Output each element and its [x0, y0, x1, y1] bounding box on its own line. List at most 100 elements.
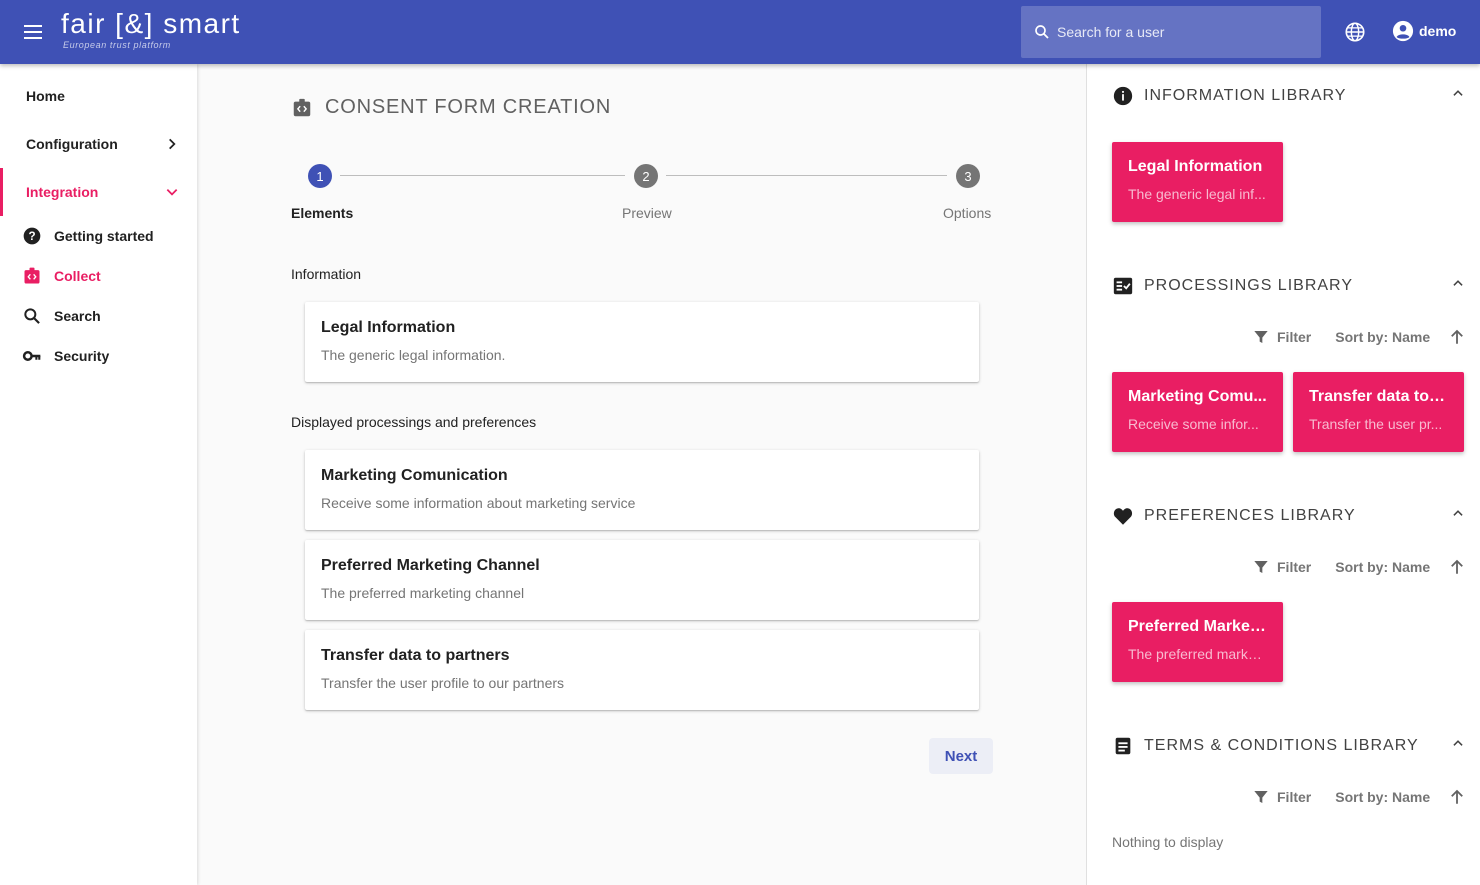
collect-icon: [24, 267, 40, 284]
stepper-connector: [666, 175, 947, 176]
processings-library-header[interactable]: PROCESSINGS LIBRARY: [1112, 275, 1353, 297]
sidebar-subitem-label: Security: [54, 348, 110, 364]
logo-text: fair [&] smart: [61, 8, 241, 39]
step-3-label[interactable]: Options: [943, 205, 991, 221]
sidebar-item-home[interactable]: Home: [0, 72, 197, 120]
terms-toolbar: Filter Sort by: Name: [1253, 788, 1466, 806]
card-description: Receive some information about marketing…: [321, 495, 636, 511]
sidebar-subitem-collect[interactable]: Collect: [0, 256, 197, 296]
chevron-down-icon: [166, 189, 178, 196]
card-title: Transfer data to partners: [321, 647, 510, 664]
library-title: INFORMATION LIBRARY: [1144, 87, 1347, 104]
empty-state-text: Nothing to display: [1112, 834, 1224, 850]
menu-icon[interactable]: [22, 21, 46, 43]
chevron-right-icon: [169, 138, 176, 150]
search-icon: [1035, 25, 1049, 39]
step-2-indicator[interactable]: 2: [634, 164, 658, 188]
sidebar-item-integration[interactable]: Integration: [0, 168, 197, 216]
card-title: Preferred Marketing Channel: [321, 557, 540, 574]
sidebar-subitem-search[interactable]: Search: [0, 296, 197, 336]
section-information-label: Information: [291, 266, 362, 282]
search-input[interactable]: [1057, 24, 1307, 40]
arrow-up-icon[interactable]: [1448, 328, 1466, 346]
chevron-up-icon[interactable]: [1451, 736, 1465, 750]
element-card-preferred-marketing-channel[interactable]: Preferred Marketing Channel The preferre…: [305, 540, 979, 620]
library-card-title: Legal Information: [1128, 158, 1263, 175]
section-processings-label: Displayed processings and preferences: [291, 414, 537, 430]
heart-icon: [1113, 508, 1133, 525]
card-title: Marketing Comunication: [321, 467, 508, 484]
next-button[interactable]: Next: [929, 738, 993, 774]
filter-button[interactable]: Filter: [1253, 789, 1311, 805]
filter-icon: [1254, 791, 1268, 803]
card-description: The generic legal information.: [321, 347, 506, 363]
library-card-transfer-data[interactable]: Transfer data to p... Transfer the user …: [1293, 372, 1464, 452]
sidebar-subitem-label: Getting started: [54, 228, 154, 244]
logo-tagline: European trust platform: [63, 40, 171, 50]
library-card-title: Marketing Comu...: [1128, 388, 1267, 405]
sidebar-item-label: Integration: [26, 184, 99, 200]
library-card-preferred-marketing[interactable]: Preferred Marketi... The preferred marke…: [1112, 602, 1283, 682]
arrow-up-icon[interactable]: [1448, 558, 1466, 576]
processings-toolbar: Filter Sort by: Name: [1253, 328, 1466, 346]
card-description: Transfer the user profile to our partner…: [321, 675, 565, 691]
filter-label: Filter: [1277, 789, 1312, 805]
svg-text:?: ?: [28, 230, 35, 243]
sidebar-item-configuration[interactable]: Configuration: [0, 120, 197, 168]
library-card-legal-information[interactable]: Legal Information The generic legal inf.…: [1112, 142, 1283, 222]
document-icon: [1115, 737, 1131, 755]
filter-icon: [1254, 331, 1268, 343]
main-content: CONSENT FORM CREATION 1 2 3 Elements Pre…: [197, 64, 1086, 885]
sort-button[interactable]: Sort by: Name: [1335, 789, 1430, 805]
element-card-transfer-data[interactable]: Transfer data to partners Transfer the u…: [305, 630, 979, 710]
language-globe-icon[interactable]: [1344, 21, 1366, 43]
collect-icon: [293, 98, 311, 116]
chevron-up-icon[interactable]: [1451, 86, 1465, 100]
preferences-library-header[interactable]: PREFERENCES LIBRARY: [1112, 505, 1356, 527]
chevron-up-icon[interactable]: [1451, 276, 1465, 290]
sidebar: Home Configuration Integration ? Getting…: [0, 64, 197, 885]
step-1-label[interactable]: Elements: [291, 205, 353, 221]
card-description: The preferred marketing channel: [321, 585, 525, 601]
library-title: PROCESSINGS LIBRARY: [1144, 277, 1353, 294]
information-library-header[interactable]: INFORMATION LIBRARY: [1112, 85, 1346, 107]
filter-icon: [1254, 561, 1268, 573]
library-card-marketing-comunication[interactable]: Marketing Comu... Receive some infor...: [1112, 372, 1283, 452]
page-title-text: CONSENT FORM CREATION: [325, 96, 612, 118]
app-logo[interactable]: fair [&] smart European trust platform: [61, 8, 241, 50]
filter-button[interactable]: Filter: [1253, 329, 1311, 345]
page-title: CONSENT FORM CREATION: [291, 96, 611, 119]
library-title: PREFERENCES LIBRARY: [1144, 507, 1356, 524]
filter-label: Filter: [1277, 329, 1312, 345]
sidebar-subitem-label: Search: [54, 308, 101, 324]
chevron-up-icon[interactable]: [1451, 506, 1465, 520]
sort-button[interactable]: Sort by: Name: [1335, 329, 1430, 345]
filter-button[interactable]: Filter: [1253, 559, 1311, 575]
top-app-bar: fair [&] smart European trust platform d…: [0, 0, 1480, 64]
library-card-title: Preferred Marketi...: [1128, 618, 1267, 635]
library-card-description: The preferred marke...: [1128, 646, 1267, 662]
terms-library-header[interactable]: TERMS & CONDITIONS LIBRARY: [1112, 735, 1419, 757]
sort-button[interactable]: Sort by: Name: [1335, 559, 1430, 575]
sidebar-subitem-label: Collect: [54, 268, 101, 284]
library-card-title: Transfer data to p...: [1309, 388, 1448, 405]
user-search[interactable]: [1021, 6, 1321, 58]
element-card-legal-information[interactable]: Legal Information The generic legal info…: [305, 302, 979, 382]
element-card-marketing-comunication[interactable]: Marketing Comunication Receive some info…: [305, 450, 979, 530]
user-menu[interactable]: demo: [1392, 20, 1456, 42]
sidebar-item-label: Home: [26, 88, 65, 104]
library-card-description: Transfer the user pr...: [1309, 416, 1443, 432]
checklist-icon: [1113, 277, 1133, 295]
key-icon: [22, 351, 41, 361]
library-card-description: Receive some infor...: [1128, 416, 1259, 432]
library-card-description: The generic legal inf...: [1128, 186, 1266, 202]
sidebar-subitem-getting-started[interactable]: ? Getting started: [0, 216, 197, 256]
step-3-indicator[interactable]: 3: [956, 164, 980, 188]
search-icon: [24, 308, 40, 324]
arrow-up-icon[interactable]: [1448, 788, 1466, 806]
user-name: demo: [1419, 23, 1457, 39]
step-1-indicator[interactable]: 1: [308, 164, 332, 188]
step-2-label[interactable]: Preview: [622, 205, 672, 221]
info-icon: [1113, 86, 1133, 106]
sidebar-subitem-security[interactable]: Security: [0, 336, 197, 376]
